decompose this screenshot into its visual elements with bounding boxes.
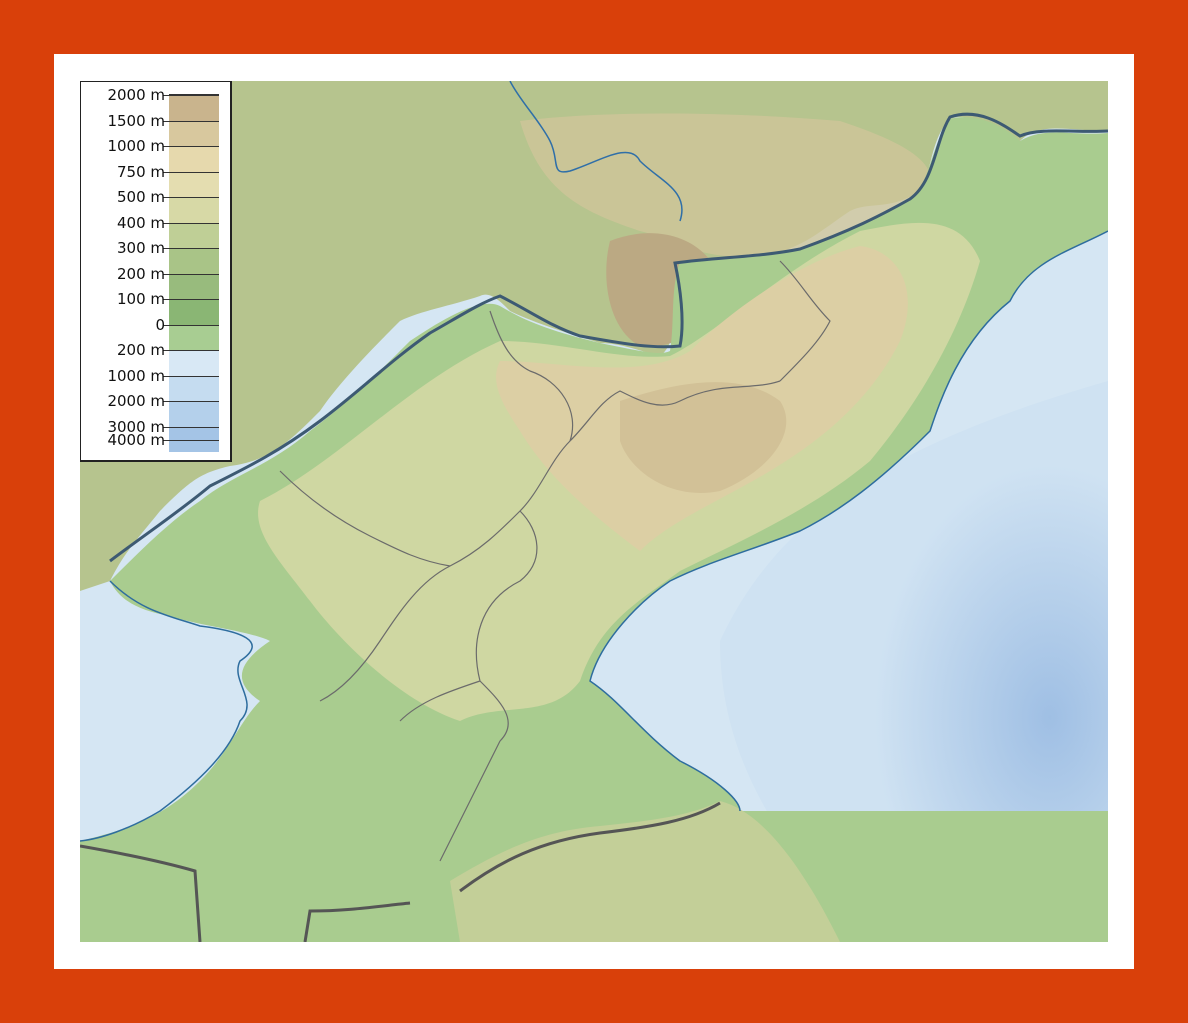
map-canvas (80, 81, 1108, 942)
legend-tick (163, 299, 219, 300)
legend-tick (163, 197, 219, 198)
legend-tick (163, 426, 219, 428)
legend-row: 100 m (81, 287, 231, 325)
legend-row: 1500 m (81, 109, 231, 146)
legend-row: 200 m (81, 262, 231, 299)
legend-label: 0 (155, 315, 165, 334)
legend-label: 2000 m (107, 86, 165, 104)
legend-tick (163, 222, 219, 224)
legend-label: 4000 m (107, 431, 165, 449)
legend-row: 1000 m (81, 134, 231, 172)
legend-label: 2000 m (107, 392, 165, 410)
legend-tick (163, 171, 219, 173)
legend-tick (163, 375, 219, 377)
legend-tick (163, 350, 219, 351)
relief-map[interactable] (80, 81, 1108, 942)
legend-tick (163, 248, 219, 249)
legend-tick (163, 324, 219, 326)
legend-label: 500 m (116, 188, 165, 206)
legend-row: 2000 m (81, 83, 231, 121)
legend-label: 200 m (116, 264, 165, 283)
legend-label: 1000 m (107, 137, 165, 155)
legend-tick (163, 146, 219, 147)
legend-label: 750 m (116, 162, 165, 181)
legend-tick (163, 273, 219, 275)
legend-row: 300 m (81, 236, 231, 274)
legend-tick (163, 440, 219, 441)
legend-label: 200 m (116, 341, 165, 359)
legend-label: 300 m (116, 239, 165, 257)
legend-label: 1500 m (107, 111, 165, 130)
legend-row: 1000 m (81, 364, 231, 401)
legend-tick (163, 120, 219, 122)
legend-row: 750 m (81, 160, 231, 197)
legend-label: 1000 m (107, 366, 165, 385)
elevation-legend: 2000 m 1500 m 1000 m 750 m 500 m 400 m 3… (80, 81, 232, 462)
legend-row: 0 (81, 313, 231, 350)
legend-row: 200 m (81, 338, 231, 376)
legend-row: 2000 m (81, 389, 231, 427)
legend-row: 4000 m (81, 431, 231, 466)
legend-row: 400 m (81, 211, 231, 248)
legend-row: 500 m (81, 185, 231, 223)
legend-tick (163, 401, 219, 402)
legend-label: 400 m (116, 213, 165, 232)
legend-label: 100 m (116, 290, 165, 308)
legend-tick (163, 95, 219, 96)
